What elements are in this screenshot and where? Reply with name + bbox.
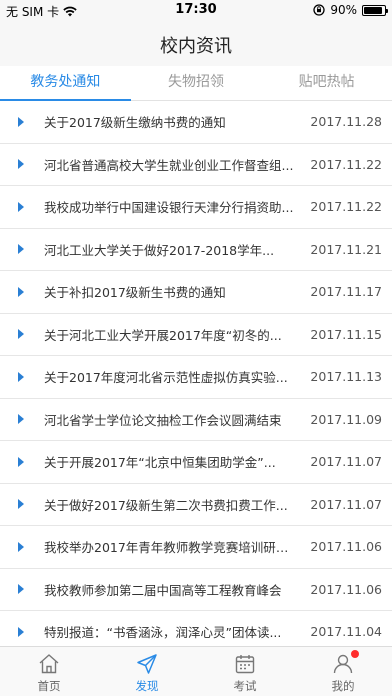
- news-title: 我校举办2017年青年教师教学竞赛培训研习营: [44, 540, 301, 556]
- tab-bar-label: 我的: [331, 679, 355, 693]
- news-item[interactable]: 关于2017级新生缴纳书费的通知 2017.11.28: [0, 101, 392, 144]
- news-item[interactable]: 关于2017年度河北省示范性虚拟仿真实验... 2017.11.13: [0, 356, 392, 399]
- rotation-lock-icon: [313, 4, 325, 16]
- tab-label: 教务处通知: [30, 74, 101, 90]
- play-arrow-icon: [18, 371, 24, 382]
- bottom-tab-bar: 首页 发现 考试 我的: [0, 646, 392, 696]
- news-date: 2017.11.06: [310, 581, 382, 597]
- news-date: 2017.11.13: [310, 369, 382, 385]
- news-item[interactable]: 我校教师参加第二届中国高等工程教育峰会 2017.11.06: [0, 569, 392, 611]
- navigation-bar: 校内资讯: [0, 20, 392, 66]
- notification-badge-dot: [350, 650, 359, 658]
- news-item[interactable]: 河北省学士学位论文抽检工作会议圆满结束 2017.11.09: [0, 399, 392, 441]
- tab-bar-discover[interactable]: 发现: [98, 647, 196, 696]
- segment-tabs: 教务处通知 失物招领 贴吧热帖: [0, 66, 392, 101]
- play-arrow-icon: [18, 584, 24, 595]
- news-date: 2017.11.22: [310, 199, 382, 215]
- play-arrow-icon: [18, 456, 24, 467]
- play-arrow-icon: [18, 626, 24, 637]
- play-arrow-icon: [18, 159, 24, 170]
- page-title: 校内资讯: [160, 36, 232, 57]
- news-title: 关于开展2017年“北京中恒集团助学金”...: [44, 455, 276, 471]
- tab-lost-and-found[interactable]: 失物招领: [131, 66, 262, 100]
- play-arrow-icon: [18, 541, 24, 552]
- news-date: 2017.11.17: [310, 284, 382, 300]
- send-icon: [137, 654, 157, 674]
- news-date: 2017.11.06: [310, 539, 382, 555]
- news-date: 2017.11.07: [310, 496, 382, 512]
- news-date: 2017.11.09: [310, 411, 382, 427]
- news-date: 2017.11.22: [310, 156, 382, 172]
- news-item[interactable]: 我校成功举行中国建设银行天津分行捐资助... 2017.11.22: [0, 186, 392, 229]
- news-title: 河北工业大学关于做好2017-2018学年...: [44, 242, 275, 258]
- play-arrow-icon: [18, 116, 24, 127]
- news-title: 关于2017级新生缴纳书费的通知: [44, 115, 226, 131]
- tab-label: 失物招领: [168, 74, 224, 90]
- news-item[interactable]: 特别报道：“书香涵泳，润泽心灵”团体读... 2017.11.04: [0, 611, 392, 646]
- news-item[interactable]: 河北工业大学关于做好2017-2018学年... 2017.11.21: [0, 229, 392, 271]
- news-date: 2017.11.21: [310, 241, 382, 257]
- news-title: 特别报道：“书香涵泳，润泽心灵”团体读...: [44, 625, 282, 641]
- news-title: 河北省普通高校大学生就业创业工作督查组...: [44, 157, 294, 173]
- battery-fill: [364, 6, 382, 14]
- news-date: 2017.11.07: [310, 454, 382, 470]
- tab-bar-label: 首页: [37, 679, 61, 693]
- news-title: 关于河北工业大学开展2017年度“初冬的...: [44, 327, 282, 343]
- tab-bar-mine[interactable]: 我的: [294, 647, 392, 696]
- home-icon: [39, 654, 59, 674]
- play-arrow-icon: [18, 329, 24, 340]
- calendar-icon: [235, 655, 255, 674]
- tab-forum-hot-posts[interactable]: 贴吧热帖: [261, 66, 392, 100]
- battery-percent: 90%: [330, 3, 357, 17]
- news-title: 河北省学士学位论文抽检工作会议圆满结束: [44, 412, 282, 428]
- tab-academic-notices[interactable]: 教务处通知: [0, 66, 131, 101]
- status-bar: 无 SIM 卡 17:30 90%: [0, 0, 392, 20]
- news-item[interactable]: 关于做好2017级新生第二次书费扣费工作... 2017.11.07: [0, 484, 392, 526]
- tab-bar-home[interactable]: 首页: [0, 647, 98, 696]
- play-arrow-icon: [18, 286, 24, 297]
- play-arrow-icon: [18, 414, 24, 425]
- play-arrow-icon: [18, 499, 24, 510]
- news-date: 2017.11.04: [310, 624, 382, 640]
- news-item[interactable]: 关于补扣2017级新生书费的通知 2017.11.17: [0, 271, 392, 314]
- news-title: 我校成功举行中国建设银行天津分行捐资助...: [44, 200, 294, 216]
- status-right: 90%: [313, 3, 388, 17]
- news-item[interactable]: 河北省普通高校大学生就业创业工作督查组... 2017.11.22: [0, 144, 392, 186]
- news-title: 关于做好2017级新生第二次书费扣费工作...: [44, 497, 288, 513]
- news-title: 关于补扣2017级新生书费的通知: [44, 285, 226, 301]
- news-date: 2017.11.28: [310, 114, 382, 130]
- news-item[interactable]: 我校举办2017年青年教师教学竞赛培训研习营 2017.11.06: [0, 526, 392, 569]
- play-arrow-icon: [18, 201, 24, 212]
- news-title: 我校教师参加第二届中国高等工程教育峰会: [44, 582, 282, 598]
- news-list[interactable]: 关于2017级新生缴纳书费的通知 2017.11.28 河北省普通高校大学生就业…: [0, 101, 392, 646]
- news-date: 2017.11.15: [310, 326, 382, 342]
- news-title: 关于2017年度河北省示范性虚拟仿真实验...: [44, 370, 288, 386]
- news-item[interactable]: 关于河北工业大学开展2017年度“初冬的... 2017.11.15: [0, 314, 392, 356]
- tab-bar-exam[interactable]: 考试: [196, 647, 294, 696]
- tab-bar-label: 发现: [135, 679, 159, 693]
- news-item[interactable]: 关于开展2017年“北京中恒集团助学金”... 2017.11.07: [0, 441, 392, 484]
- play-arrow-icon: [18, 244, 24, 255]
- tab-bar-label: 考试: [233, 679, 257, 693]
- battery-icon: [362, 4, 388, 16]
- tab-label: 贴吧热帖: [298, 74, 355, 90]
